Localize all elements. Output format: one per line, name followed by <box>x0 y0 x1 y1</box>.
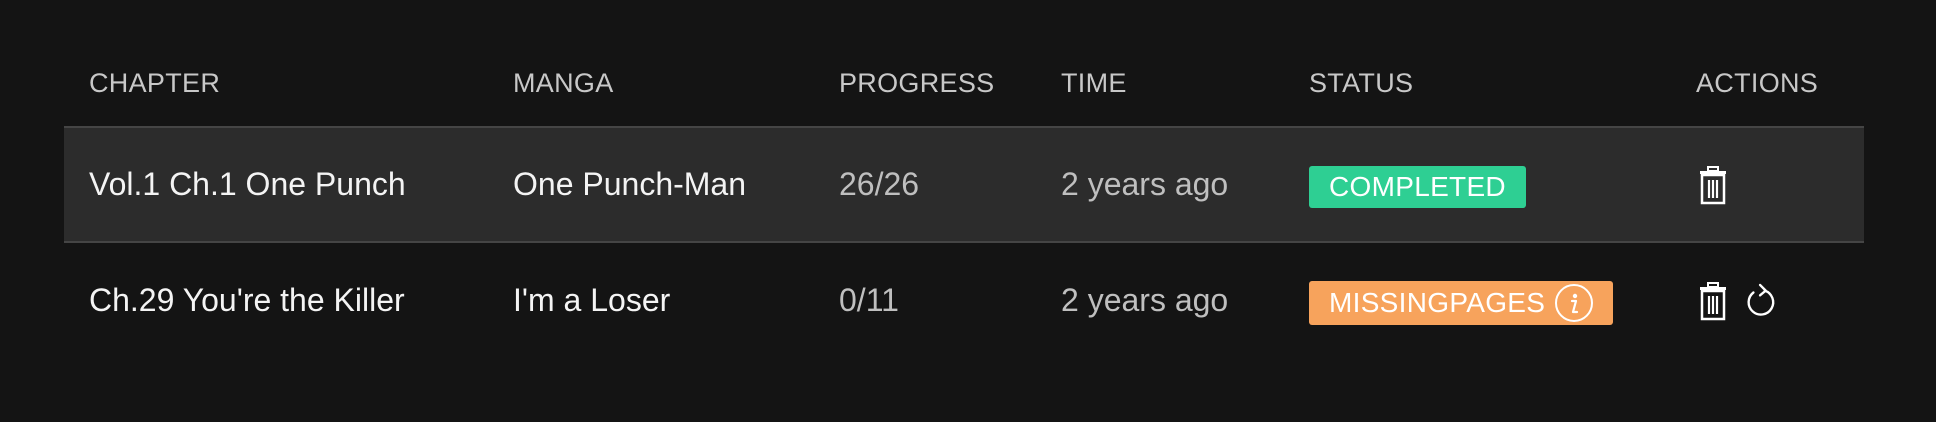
info-icon[interactable] <box>1555 283 1594 322</box>
manga-cell: One Punch-Man <box>513 166 747 202</box>
actions-cell <box>1696 243 1792 358</box>
table-header-row: CHAPTER MANGA PROGRESS TIME STATUS ACTIO… <box>64 40 1864 128</box>
chapter-cell: Ch.29 You're the Killer <box>89 282 405 318</box>
status-cell: COMPLETED <box>1309 128 1526 241</box>
header-status: STATUS <box>1309 67 1414 98</box>
actions-cell <box>1696 128 1744 241</box>
status-cell: MISSINGPAGES <box>1309 243 1614 358</box>
status-badge: COMPLETED <box>1309 165 1526 208</box>
header-progress: PROGRESS <box>839 67 995 98</box>
header-time: TIME <box>1061 67 1127 98</box>
status-badge-label: MISSINGPAGES <box>1329 286 1546 318</box>
downloads-table: CHAPTER MANGA PROGRESS TIME STATUS ACTIO… <box>64 40 1864 358</box>
status-badge[interactable]: MISSINGPAGES <box>1309 280 1614 325</box>
progress-cell: 26/26 <box>839 166 920 202</box>
header-chapter: CHAPTER <box>89 67 221 98</box>
table-row[interactable]: Ch.29 You're the Killer I'm a Loser 0/11… <box>64 243 1864 358</box>
manga-cell: I'm a Loser <box>513 282 671 318</box>
trash-icon[interactable] <box>1696 165 1730 205</box>
table-row[interactable]: Vol.1 Ch.1 One Punch One Punch-Man 26/26… <box>64 128 1864 243</box>
retry-icon[interactable] <box>1744 281 1778 321</box>
chapter-cell: Vol.1 Ch.1 One Punch <box>89 166 406 202</box>
progress-cell: 0/11 <box>839 282 899 318</box>
trash-icon[interactable] <box>1696 281 1730 321</box>
header-actions: ACTIONS <box>1696 67 1819 98</box>
time-cell: 2 years ago <box>1061 166 1229 202</box>
time-cell: 2 years ago <box>1061 282 1229 318</box>
header-manga: MANGA <box>513 67 614 98</box>
